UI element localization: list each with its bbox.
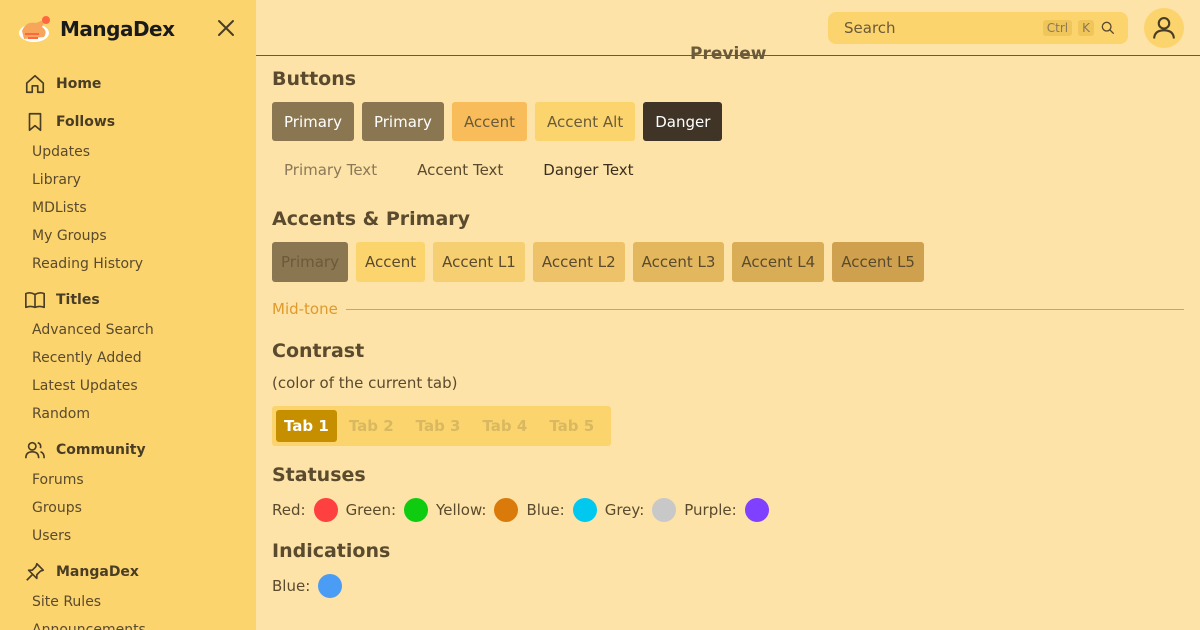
tab-4[interactable]: Tab 4 [472, 410, 537, 442]
text-buttons-row: Primary Text Accent Text Danger Text [272, 150, 646, 189]
sidebar-item-updates[interactable]: Updates [0, 138, 256, 166]
indications-title: Indications [272, 540, 391, 562]
accent-text-button[interactable]: Accent Text [405, 150, 515, 189]
swatch-accent-l5[interactable]: Accent L5 [832, 242, 924, 282]
status-dot-purple [744, 498, 769, 522]
shortcut-ctrl: Ctrl [1042, 20, 1073, 36]
tab-2[interactable]: Tab 2 [339, 410, 404, 442]
sidebar-item-forums[interactable]: Forums [0, 466, 256, 494]
indication-label-blue: Blue: [272, 577, 311, 595]
midtone-divider: Mid-tone [272, 300, 1184, 318]
contrast-title: Contrast [272, 340, 365, 362]
avatar[interactable] [1144, 8, 1184, 48]
user-icon [1153, 17, 1175, 39]
search-icon[interactable] [1100, 20, 1116, 36]
status-label-purple: Purple: [684, 501, 737, 519]
sidebar-item-label: Home [56, 76, 102, 92]
pin-icon [26, 562, 45, 581]
primary-button-2[interactable]: Primary [361, 102, 444, 141]
sidebar-section-mangadex[interactable]: MangaDex [0, 556, 256, 588]
status-label-green: Green: [345, 501, 397, 519]
preview-heading: Preview [690, 44, 767, 64]
sidebar-item-random[interactable]: Random [0, 400, 256, 428]
search-placeholder: Search [844, 19, 896, 37]
divider-line [345, 308, 1184, 310]
sidebar-item-announcements[interactable]: Announcements [0, 616, 256, 630]
tab-bar: Tab 1 Tab 2 Tab 3 Tab 4 Tab 5 [272, 406, 611, 446]
tab-3[interactable]: Tab 3 [406, 410, 471, 442]
sidebar-item-reading-history[interactable]: Reading History [0, 250, 256, 278]
primary-text-button[interactable]: Primary Text [272, 150, 389, 189]
swatch-accent-l4[interactable]: Accent L4 [732, 242, 825, 282]
status-dot-red [313, 498, 338, 522]
sidebar-section-label: Community [56, 442, 146, 458]
sidebar-item-groups[interactable]: Groups [0, 494, 256, 522]
danger-button[interactable]: Danger [643, 102, 723, 141]
tab-5[interactable]: Tab 5 [539, 410, 604, 442]
app-name[interactable]: MangaDex [60, 17, 175, 41]
status-label-grey: Grey: [604, 501, 645, 519]
sidebar-nav: Home Follows Updates Library MDLists My … [0, 62, 256, 630]
users-icon [25, 441, 45, 459]
book-icon [25, 292, 45, 309]
swatch-accent-l3[interactable]: Accent L3 [632, 242, 725, 282]
midtone-label: Mid-tone [272, 300, 338, 318]
sidebar-section-label: Titles [56, 292, 100, 308]
bookmark-icon [28, 112, 42, 132]
status-dot-yellow [494, 498, 519, 522]
home-icon [25, 74, 45, 94]
primary-button[interactable]: Primary [272, 102, 354, 141]
status-label-red: Red: [272, 501, 306, 519]
status-label-blue: Blue: [526, 501, 565, 519]
status-dot-green [404, 498, 429, 522]
sidebar-item-latest-updates[interactable]: Latest Updates [0, 372, 256, 400]
swatch-accent-l2[interactable]: Accent L2 [532, 242, 625, 282]
accent-alt-button[interactable]: Accent Alt [535, 102, 636, 141]
sidebar-section-label: MangaDex [56, 564, 139, 580]
sidebar-section-label: Follows [56, 114, 116, 130]
sidebar-item-home[interactable]: Home [0, 68, 256, 100]
search-input[interactable]: Search Ctrl K [828, 12, 1128, 44]
sidebar-section-community[interactable]: Community [0, 434, 256, 466]
sidebar-item-library[interactable]: Library [0, 166, 256, 194]
indication-dot-blue [318, 574, 343, 598]
main-content: Preview Buttons Primary Primary Accent A… [272, 44, 1184, 630]
status-dot-blue [572, 498, 597, 522]
statuses-title: Statuses [272, 464, 366, 486]
close-sidebar-icon[interactable] [214, 16, 238, 40]
accent-button[interactable]: Accent [451, 102, 528, 141]
shortcut-k: K [1078, 20, 1094, 36]
buttons-row: Primary Primary Accent Accent Alt Danger [272, 102, 723, 141]
sidebar-item-users[interactable]: Users [0, 522, 256, 550]
status-dot-grey [652, 498, 677, 522]
sidebar-item-site-rules[interactable]: Site Rules [0, 588, 256, 616]
mangadex-logo-icon[interactable] [16, 13, 52, 45]
danger-text-button[interactable]: Danger Text [531, 150, 645, 189]
tab-1[interactable]: Tab 1 [276, 410, 337, 442]
swatch-primary[interactable]: Primary [272, 242, 348, 282]
contrast-note: (color of the current tab) [272, 374, 458, 392]
sidebar-item-mdlists[interactable]: MDLists [0, 194, 256, 222]
sidebar-section-follows[interactable]: Follows [0, 106, 256, 138]
sidebar-item-my-groups[interactable]: My Groups [0, 222, 256, 250]
buttons-title: Buttons [272, 68, 357, 90]
swatch-accent-l1[interactable]: Accent L1 [433, 242, 525, 282]
swatch-accent[interactable]: Accent [355, 242, 426, 282]
statuses-row: Red: Green: Yellow: Blue: Grey: Purple: [272, 498, 777, 522]
status-label-yellow: Yellow: [436, 501, 487, 519]
logo-row: MangaDex [16, 12, 244, 46]
accents-row: Primary Accent Accent L1 Accent L2 Accen… [272, 242, 924, 282]
indications-row: Blue: [272, 574, 350, 598]
sidebar-section-titles[interactable]: Titles [0, 284, 256, 316]
accents-title: Accents & Primary [272, 208, 471, 230]
sidebar-item-recently-added[interactable]: Recently Added [0, 344, 256, 372]
sidebar-item-advanced-search[interactable]: Advanced Search [0, 316, 256, 344]
sidebar: MangaDex Home Follows Updates Library MD… [0, 0, 256, 630]
